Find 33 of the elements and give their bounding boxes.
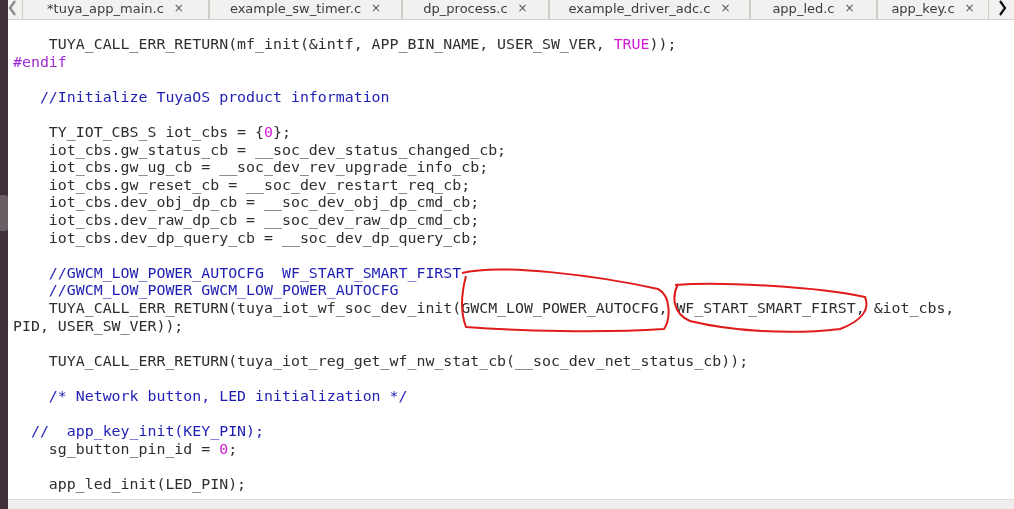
scrollbar-thumb[interactable] (0, 195, 8, 231)
close-icon[interactable]: × (517, 0, 528, 17)
code-line: #endif (13, 52, 67, 71)
file-tab[interactable]: app_key.c × (877, 0, 989, 19)
code-line: iot_cbs.gw_status_cb = __soc_dev_status_changed_cb; (47, 140, 507, 159)
code-line: sg_button_pin_id = 0; (47, 439, 238, 458)
file-tab[interactable]: *tuya_app_main.c × (22, 0, 209, 19)
code-line: TY_IOT_CBS_S iot_cbs = {0}; (47, 122, 291, 141)
code-line: // app_key_init(KEY_PIN); (29, 422, 265, 441)
close-icon[interactable]: × (371, 0, 382, 17)
code-line: iot_cbs.dev_obj_dp_cb = __soc_dev_obj_dp_cmd_cb; (47, 193, 480, 212)
code-line: iot_cbs.gw_reset_cb = __soc_dev_restart_req_cb; (47, 175, 471, 194)
file-tab[interactable]: example_driver_adc.c × (549, 0, 750, 19)
scroll-right-icon[interactable] (997, 0, 1007, 16)
code-line: PID, USER_SW_VER)); (13, 316, 184, 335)
close-icon[interactable]: × (720, 0, 731, 17)
close-icon[interactable]: × (844, 0, 855, 17)
code-line: iot_cbs.dev_dp_query_cb = __soc_dev_dp_query_cb; (47, 228, 480, 247)
code-line: //GWCM_LOW_POWER GWCM_LOW_POWER_AUTOCFG (47, 281, 399, 300)
file-tab[interactable]: app_led.c × (750, 0, 877, 19)
code-line: app_led_init(LED_PIN); (47, 474, 247, 493)
code-line: /* Network button, LED initialization */ (47, 386, 408, 405)
code-line: //GWCM_LOW_POWER_AUTOCFG WF_START_SMART_FIRST (47, 263, 462, 282)
code-line: TUYA_CALL_ERR_RETURN(tuya_iot_reg_get_wf_nw_stat_cb(__soc_dev_net_status_cb)); (47, 351, 749, 370)
scroll-left-icon[interactable] (8, 0, 18, 16)
close-icon[interactable]: × (964, 0, 975, 17)
file-tab[interactable]: example_sw_timer.c × (209, 0, 402, 19)
code-line: TUYA_CALL_ERR_RETURN(mf_init(&intf, APP_BIN_NAME, USER_SW_VER, TRUE)); (47, 35, 677, 53)
code-line: iot_cbs.dev_raw_dp_cb = __soc_dev_raw_dp_cmd_cb; (47, 210, 480, 229)
close-icon[interactable]: × (173, 0, 184, 17)
code-line: //Initialize TuyaOS product information (38, 87, 390, 106)
code-line: iot_cbs.gw_ug_cb = __soc_dev_rev_upgrade_info_cb; (47, 158, 489, 177)
file-tab[interactable]: dp_process.c × (402, 0, 549, 19)
